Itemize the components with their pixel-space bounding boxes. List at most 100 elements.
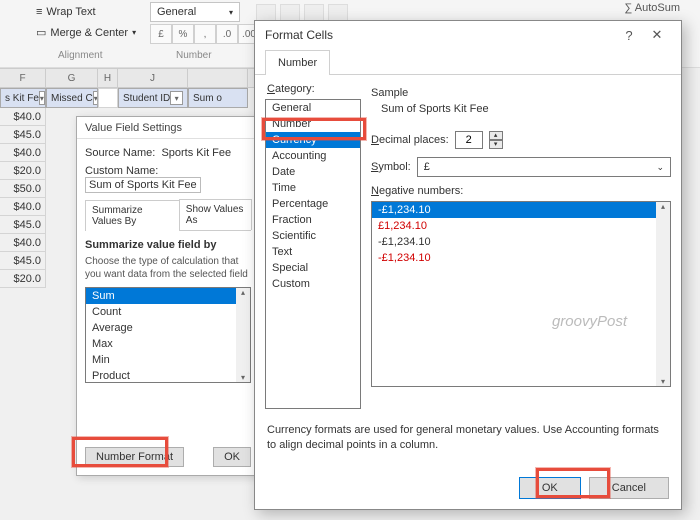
scrollbar[interactable]: ▴▾ [656,202,670,386]
col-H[interactable]: H [98,69,118,87]
decimal-places-input[interactable] [455,131,483,149]
symbol-select[interactable]: £ ⌄ [417,157,671,177]
help-button[interactable]: ? [615,24,643,46]
summarize-function-list[interactable]: Sum Count Average Max Min Product ▴▾ [85,287,251,383]
wrap-text-button[interactable]: ≡ Wrap Text [30,4,102,20]
header-missed-label: Missed C [51,93,93,104]
fmt-tabs: Number [255,49,681,75]
list-item[interactable]: £1,234.10 [372,218,670,234]
header-sum[interactable]: Sum o [188,88,248,108]
list-item[interactable]: Max [86,336,250,352]
col-K[interactable] [188,69,248,87]
source-name-label: Source Name: [85,147,155,159]
list-item[interactable]: Scientific [266,228,360,244]
header-blank [98,88,118,108]
cancel-button[interactable]: Cancel [589,477,669,499]
ok-button[interactable]: OK [519,477,581,499]
chevron-down-icon[interactable]: ▾ [661,377,665,386]
chevron-up-icon[interactable]: ▴ [661,202,665,211]
scrollbar[interactable]: ▴▾ [236,288,250,382]
filter-icon[interactable]: ▾ [39,91,45,105]
number-format-dropdown[interactable]: General ▾ [150,2,240,22]
custom-name-label: Custom Name: [85,165,158,177]
list-item[interactable]: Custom [266,276,360,292]
list-item[interactable]: Product [86,368,250,383]
merge-center-button[interactable]: ▭ Merge & Center ▾ [30,24,142,41]
list-item[interactable]: -£1,234.10 [372,250,670,266]
custom-name-value[interactable]: Sum of Sports Kit Fee [85,177,201,193]
cell[interactable]: $20.0 [0,162,46,180]
ok-button[interactable]: OK [213,447,251,467]
list-item[interactable]: Number [266,116,360,132]
list-item[interactable]: -£1,234.10 [372,234,670,250]
list-item[interactable]: -£1,234.10 [372,202,670,218]
merge-icon: ▭ [36,26,46,39]
col-G[interactable]: G [46,69,98,87]
cell[interactable]: $40.0 [0,198,46,216]
fmt-title: Format Cells [265,28,333,42]
autosum-button[interactable]: ∑ AutoSum [624,2,680,14]
list-item[interactable]: Date [266,164,360,180]
header-sum-label: Sum o [193,93,222,104]
list-item[interactable]: Count [86,304,250,320]
number-mini-buttons: £ % , .0 .00 [150,24,260,44]
header-kitfee-label: s Kit Fe [5,93,39,104]
cell[interactable]: $50.0 [0,180,46,198]
chevron-up-icon[interactable]: ▴ [241,288,245,297]
cell[interactable]: $20.0 [0,270,46,288]
format-help-text: Currency formats are used for general mo… [267,423,669,453]
cell[interactable]: $40.0 [0,234,46,252]
column-headers: F G H J [0,68,260,88]
group-label-number: Number [176,50,212,61]
spin-up-icon[interactable]: ▴ [489,131,503,140]
list-item[interactable]: Percentage [266,196,360,212]
chevron-down-icon: ▾ [229,8,233,17]
wrap-text-icon: ≡ [36,6,42,18]
list-item[interactable]: Accounting [266,148,360,164]
header-missed[interactable]: Missed C▾ [46,88,98,108]
source-name-value: Sports Kit Fee [161,147,231,159]
list-item[interactable]: Min [86,352,250,368]
list-item[interactable]: Fraction [266,212,360,228]
col-F[interactable]: F [0,69,46,87]
filter-icon[interactable]: ▾ [170,91,183,105]
spinner: ▴ ▾ [489,131,503,149]
summarize-heading: Summarize value field by [85,239,251,251]
negative-numbers-list[interactable]: -£1,234.10 £1,234.10 -£1,234.10 -£1,234.… [371,201,671,387]
sample-label: Sample [371,87,671,99]
fmt-titlebar: Format Cells ? ✕ [255,21,681,49]
list-item[interactable]: Currency [266,132,360,148]
header-kitfee[interactable]: s Kit Fe▾ [0,88,46,108]
chevron-down-icon: ⌄ [656,162,664,173]
tab-show-as[interactable]: Show Values As [179,199,252,230]
currency-format-button[interactable]: £ [150,24,172,44]
col-J[interactable]: J [118,69,188,87]
tab-number[interactable]: Number [265,50,330,75]
spin-down-icon[interactable]: ▾ [489,140,503,149]
close-button[interactable]: ✕ [643,24,671,46]
cell[interactable]: $45.0 [0,126,46,144]
negative-numbers-label: Negative numbers: [371,185,671,197]
increase-decimal-button[interactable]: .0 [216,24,238,44]
cell[interactable]: $40.0 [0,144,46,162]
list-item[interactable]: Sum [86,288,250,304]
number-format-button[interactable]: Number Format [85,447,184,467]
header-student[interactable]: Student ID▾ [118,88,188,108]
chevron-down-icon[interactable]: ▾ [241,373,245,382]
cell[interactable]: $40.0 [0,108,46,126]
category-list[interactable]: General Number Currency Accounting Date … [265,99,361,409]
cell[interactable]: $45.0 [0,216,46,234]
list-item[interactable]: General [266,100,360,116]
percent-format-button[interactable]: % [172,24,194,44]
list-item[interactable]: Average [86,320,250,336]
comma-format-button[interactable]: , [194,24,216,44]
cell[interactable]: $45.0 [0,252,46,270]
symbol-label: Symbol: [371,161,411,173]
list-item[interactable]: Time [266,180,360,196]
tab-summarize[interactable]: Summarize Values By [85,200,180,231]
list-item[interactable]: Text [266,244,360,260]
chevron-down-icon: ▾ [132,28,136,37]
pivot-headers: s Kit Fe▾ Missed C▾ Student ID▾ Sum o [0,88,260,108]
sample-value: Sum of Sports Kit Fee [371,99,671,123]
list-item[interactable]: Special [266,260,360,276]
